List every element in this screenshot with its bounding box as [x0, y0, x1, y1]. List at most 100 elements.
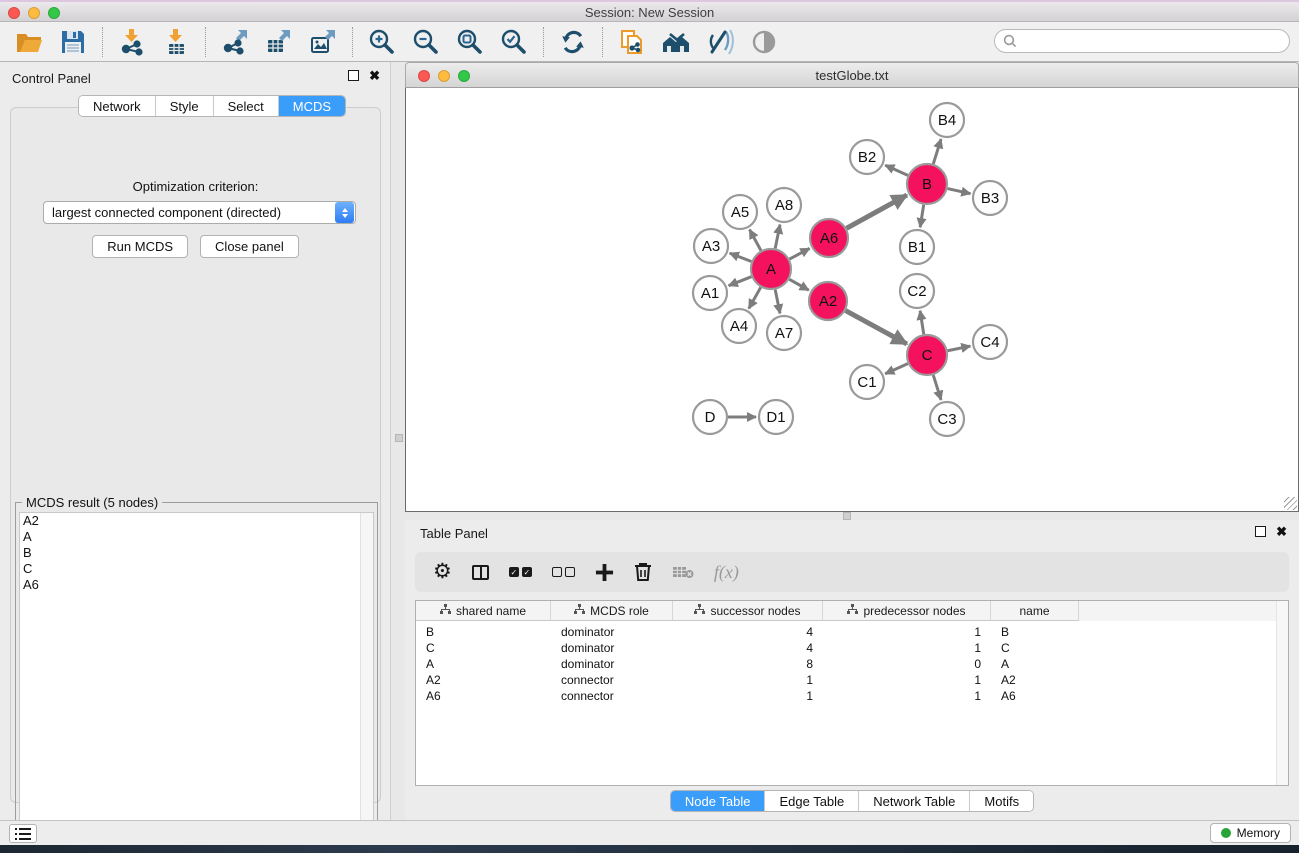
node-C[interactable]: C: [907, 335, 947, 375]
float-panel-icon[interactable]: [348, 70, 359, 81]
table-row[interactable]: A2connector11A2: [416, 672, 1288, 688]
result-scrollbar[interactable]: [360, 513, 373, 835]
node-D[interactable]: D: [693, 400, 727, 434]
result-item[interactable]: B: [20, 545, 373, 561]
edge-C-C1[interactable]: [885, 364, 908, 374]
export-network-icon[interactable]: [220, 27, 250, 57]
table-cell[interactable]: dominator: [551, 640, 673, 656]
edge-C-C3[interactable]: [933, 375, 941, 400]
table-cell[interactable]: 1: [823, 640, 991, 656]
home-view-icon[interactable]: [661, 27, 691, 57]
node-C4[interactable]: C4: [973, 325, 1007, 359]
vertical-splitter-handle[interactable]: [395, 434, 403, 442]
tab-node-table[interactable]: Node Table: [671, 791, 766, 811]
edge-B-B1[interactable]: [920, 205, 924, 228]
table-cell[interactable]: dominator: [551, 624, 673, 640]
graphics-details-icon[interactable]: [705, 27, 735, 57]
table-cell[interactable]: dominator: [551, 656, 673, 672]
show-hide-icon[interactable]: [749, 27, 779, 57]
node-D1[interactable]: D1: [759, 400, 793, 434]
tab-network-table[interactable]: Network Table: [859, 791, 970, 811]
node-B4[interactable]: B4: [930, 103, 964, 137]
edge-A-A7[interactable]: [775, 290, 780, 314]
table-cell[interactable]: C: [991, 640, 1079, 656]
edge-A-A4[interactable]: [749, 287, 761, 308]
table-cell[interactable]: connector: [551, 672, 673, 688]
column-header-name[interactable]: name: [991, 601, 1079, 621]
close-panel-button[interactable]: Close panel: [200, 235, 299, 258]
network-canvas[interactable]: AA1A2A3A4A5A6A7A8BB1B2B3B4CC1C2C3C4DD1: [405, 88, 1299, 512]
edge-A6-B[interactable]: [847, 195, 907, 228]
node-C3[interactable]: C3: [930, 402, 964, 436]
copy-network-icon[interactable]: [617, 27, 647, 57]
edge-A-A3[interactable]: [730, 253, 752, 261]
table-row[interactable]: Adominator80A: [416, 656, 1288, 672]
float-table-panel-icon[interactable]: [1255, 526, 1266, 537]
criterion-select[interactable]: largest connected component (directed): [43, 201, 356, 224]
column-header-shared-name[interactable]: shared name: [416, 601, 551, 621]
export-image-icon[interactable]: [308, 27, 338, 57]
edge-C-C2[interactable]: [920, 311, 924, 334]
refresh-view-icon[interactable]: [558, 27, 588, 57]
edge-A-A5[interactable]: [750, 230, 761, 251]
zoom-fit-icon[interactable]: [455, 27, 485, 57]
result-item[interactable]: A2: [20, 513, 373, 529]
import-network-icon[interactable]: [117, 27, 147, 57]
edge-C-C4[interactable]: [948, 346, 971, 351]
node-A2[interactable]: A2: [809, 282, 847, 320]
tab-select[interactable]: Select: [214, 96, 279, 116]
table-cell[interactable]: connector: [551, 688, 673, 704]
table-cell[interactable]: A6: [991, 688, 1079, 704]
zoom-out-icon[interactable]: [411, 27, 441, 57]
table-cell[interactable]: A: [991, 656, 1079, 672]
table-cell[interactable]: A2: [416, 672, 551, 688]
export-table-icon[interactable]: [264, 27, 294, 57]
result-item[interactable]: C: [20, 561, 373, 577]
node-B1[interactable]: B1: [900, 230, 934, 264]
search-input[interactable]: [1017, 34, 1289, 48]
import-table-icon[interactable]: [161, 27, 191, 57]
tab-network[interactable]: Network: [79, 96, 156, 116]
edge-A2-C[interactable]: [846, 311, 907, 344]
add-column-icon[interactable]: [595, 559, 614, 585]
result-item[interactable]: A: [20, 529, 373, 545]
table-cell[interactable]: 1: [823, 672, 991, 688]
table-cell[interactable]: C: [416, 640, 551, 656]
delete-table-icon[interactable]: [672, 559, 694, 585]
node-A7[interactable]: A7: [767, 316, 801, 350]
node-A5[interactable]: A5: [723, 195, 757, 229]
node-A8[interactable]: A8: [767, 188, 801, 222]
node-A4[interactable]: A4: [722, 309, 756, 343]
table-cell[interactable]: 1: [673, 672, 823, 688]
table-scrollbar[interactable]: [1276, 601, 1288, 785]
table-settings-icon[interactable]: ⚙: [433, 559, 452, 585]
table-row[interactable]: Cdominator41C: [416, 640, 1288, 656]
edge-A-A1[interactable]: [729, 277, 752, 286]
node-A6[interactable]: A6: [810, 219, 848, 257]
table-cell[interactable]: 1: [823, 688, 991, 704]
zoom-selected-icon[interactable]: [499, 27, 529, 57]
node-B2[interactable]: B2: [850, 140, 884, 174]
table-cell[interactable]: 8: [673, 656, 823, 672]
edge-B-B4[interactable]: [933, 139, 941, 164]
close-table-panel-icon[interactable]: ✖: [1276, 526, 1287, 537]
result-item[interactable]: A6: [20, 577, 373, 593]
open-session-icon[interactable]: [14, 27, 44, 57]
table-cell[interactable]: 1: [673, 688, 823, 704]
table-cell[interactable]: A6: [416, 688, 551, 704]
node-C1[interactable]: C1: [850, 365, 884, 399]
node-B[interactable]: B: [907, 164, 947, 204]
node-B3[interactable]: B3: [973, 181, 1007, 215]
horizontal-splitter-handle[interactable]: [843, 512, 851, 520]
table-cell[interactable]: 4: [673, 640, 823, 656]
table-cell[interactable]: B: [416, 624, 551, 640]
select-all-icon[interactable]: ✓✓: [509, 559, 532, 585]
node-A1[interactable]: A1: [693, 276, 727, 310]
table-cell[interactable]: B: [991, 624, 1079, 640]
function-builder-icon[interactable]: f(x): [714, 559, 739, 585]
edge-A-A6[interactable]: [790, 248, 810, 259]
table-row[interactable]: A6connector11A6: [416, 688, 1288, 704]
close-panel-icon[interactable]: ✖: [369, 70, 380, 81]
resize-grip[interactable]: [1284, 497, 1297, 510]
deselect-all-icon[interactable]: [552, 559, 575, 585]
